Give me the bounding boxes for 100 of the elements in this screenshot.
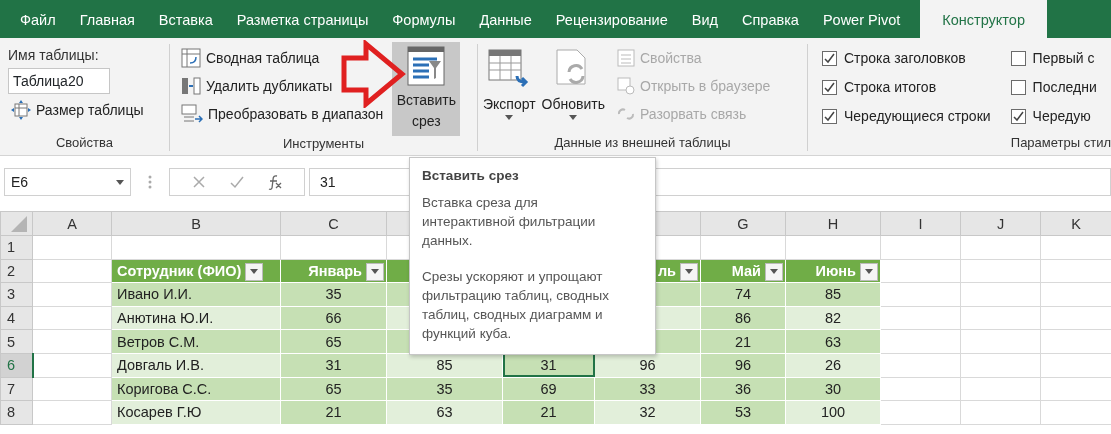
column-header[interactable]: H (785, 211, 881, 236)
table-convert-icon (181, 104, 203, 124)
group-label: Свойства (54, 135, 115, 151)
group-label: Данные из внешней таблицы (553, 135, 732, 151)
ribbon-tab[interactable]: Данные (467, 0, 544, 38)
name-box[interactable]: E6 (4, 168, 131, 196)
table-cell[interactable]: 96 (594, 353, 701, 378)
table-name-field[interactable]: Таблица20 (8, 68, 110, 94)
group-label: Параметры стил (1009, 135, 1111, 151)
column-header[interactable]: J (960, 211, 1041, 236)
row-header[interactable]: 7 (0, 377, 33, 401)
caret-icon (865, 269, 873, 275)
row-header[interactable]: 1 (0, 235, 33, 260)
table-cell[interactable]: 33 (594, 377, 701, 401)
table-cell[interactable]: Косарев Г.Ю (111, 400, 281, 425)
checkbox[interactable] (1010, 80, 1026, 95)
field-label: Имя таблицы: (8, 46, 100, 65)
function-icon[interactable] (267, 174, 283, 190)
ribbon-tab[interactable]: Разметка страницы (224, 0, 381, 38)
checkbox[interactable] (1010, 109, 1026, 124)
checkbox[interactable] (822, 51, 837, 66)
ribbon-tab[interactable]: Файл (8, 0, 68, 38)
group-label: Инструменты (281, 136, 366, 152)
filter-button[interactable] (765, 262, 783, 281)
row-header[interactable]: 2 (0, 259, 33, 283)
slicer-icon (407, 46, 446, 86)
column-header[interactable]: A (32, 211, 112, 236)
filter-button[interactable] (680, 262, 698, 281)
column-header[interactable]: K (1040, 211, 1111, 236)
checkbox-label: Первый с (1032, 49, 1095, 68)
pivot-table-icon (181, 48, 201, 68)
table-cell[interactable]: 31 (280, 353, 387, 378)
caret-icon (569, 115, 578, 120)
table-cell[interactable]: Коригова С.С. (111, 377, 281, 401)
column-header[interactable]: C (280, 211, 387, 236)
caret-icon (371, 269, 379, 275)
caret-icon (770, 269, 778, 275)
table-cell[interactable]: Ветров С.М. (111, 329, 281, 354)
table-cell[interactable]: 63 (386, 400, 503, 425)
table-cell[interactable]: 85 (386, 353, 503, 378)
ribbon-tab[interactable]: Рецензирование (543, 0, 680, 38)
row-header[interactable]: 4 (0, 306, 33, 330)
filter-button[interactable] (245, 262, 264, 281)
row-header[interactable]: 5 (0, 329, 33, 354)
table-cell[interactable]: 21 (280, 400, 387, 425)
checkbox[interactable] (1010, 51, 1026, 66)
table-cell[interactable]: 35 (280, 282, 387, 307)
table-cell[interactable]: 66 (280, 306, 387, 330)
ribbon-tab[interactable]: Вставка (146, 0, 225, 38)
table-cell[interactable]: 35 (386, 377, 503, 401)
tool-button[interactable]: Удалить дубликаты (178, 72, 387, 100)
checkbox-label: Последни (1032, 78, 1097, 97)
ribbon-button[interactable]: Обновить (538, 44, 608, 135)
check-icon[interactable] (229, 174, 245, 190)
ribbon-tab[interactable]: Вид (679, 0, 730, 38)
ribbon-button[interactable]: Экспорт (480, 44, 539, 135)
table-cell[interactable]: Ивано И.И. (111, 282, 281, 307)
checkbox-label: Строка заголовков (844, 49, 966, 68)
row-header[interactable]: 3 (0, 282, 33, 307)
checkbox-label: Чередующиеся строки (844, 107, 991, 126)
insert-slicer-button[interactable]: Вставить срез (392, 42, 461, 136)
properties-icon (617, 49, 635, 67)
tool-button[interactable]: Преобразовать в диапазон (178, 100, 387, 128)
table-header-cell: Сотрудник (ФИО) (111, 259, 281, 283)
table-cell[interactable]: 65 (280, 329, 387, 354)
columns-icon (181, 76, 201, 96)
column-header[interactable]: G (700, 211, 786, 236)
row-header[interactable]: 8 (0, 400, 33, 425)
table-cell[interactable]: 32 (594, 400, 701, 425)
checkbox-label: Чередую (1032, 107, 1091, 126)
caret-icon (505, 115, 514, 120)
grip-icon (148, 174, 152, 190)
caret-icon (250, 269, 259, 275)
checkbox[interactable] (822, 80, 837, 95)
resize-table-button[interactable]: Размер таблицы (8, 96, 161, 124)
corner-triangle-icon (11, 215, 27, 232)
column-header[interactable]: B (111, 211, 281, 236)
ribbon-tab[interactable]: Формулы (380, 0, 468, 38)
table-cell[interactable]: Довгаль И.В. (111, 353, 281, 378)
resize-table-icon (11, 100, 31, 120)
checkbox-label: Строка итогов (844, 78, 937, 97)
broken-link-icon (617, 105, 635, 123)
filter-button[interactable] (366, 262, 384, 281)
ribbon-tab[interactable]: Power Pivot (810, 0, 913, 38)
table-cell[interactable]: Анютина Ю.И. (111, 306, 281, 330)
column-header[interactable]: I (880, 211, 961, 236)
tool-button[interactable]: Сводная таблица (178, 44, 387, 72)
ribbon-tab[interactable]: Справка (730, 0, 811, 38)
ribbon-tab[interactable]: Главная (67, 0, 147, 38)
filter-button[interactable] (860, 262, 878, 281)
table-cell[interactable]: 65 (280, 377, 387, 401)
ribbon-tab[interactable]: Конструктор (920, 0, 1047, 38)
caret-icon (685, 269, 693, 275)
caret-icon (116, 179, 124, 185)
row-header[interactable]: 6 (0, 353, 33, 378)
table-header-cell: Январь (280, 259, 387, 283)
tooltip-title: Вставить срез (422, 167, 520, 185)
table-globe-icon (617, 77, 635, 95)
tooltip-text: Вставка среза для интерактивной фильтрации данных. (422, 194, 597, 250)
checkbox[interactable] (822, 109, 837, 124)
